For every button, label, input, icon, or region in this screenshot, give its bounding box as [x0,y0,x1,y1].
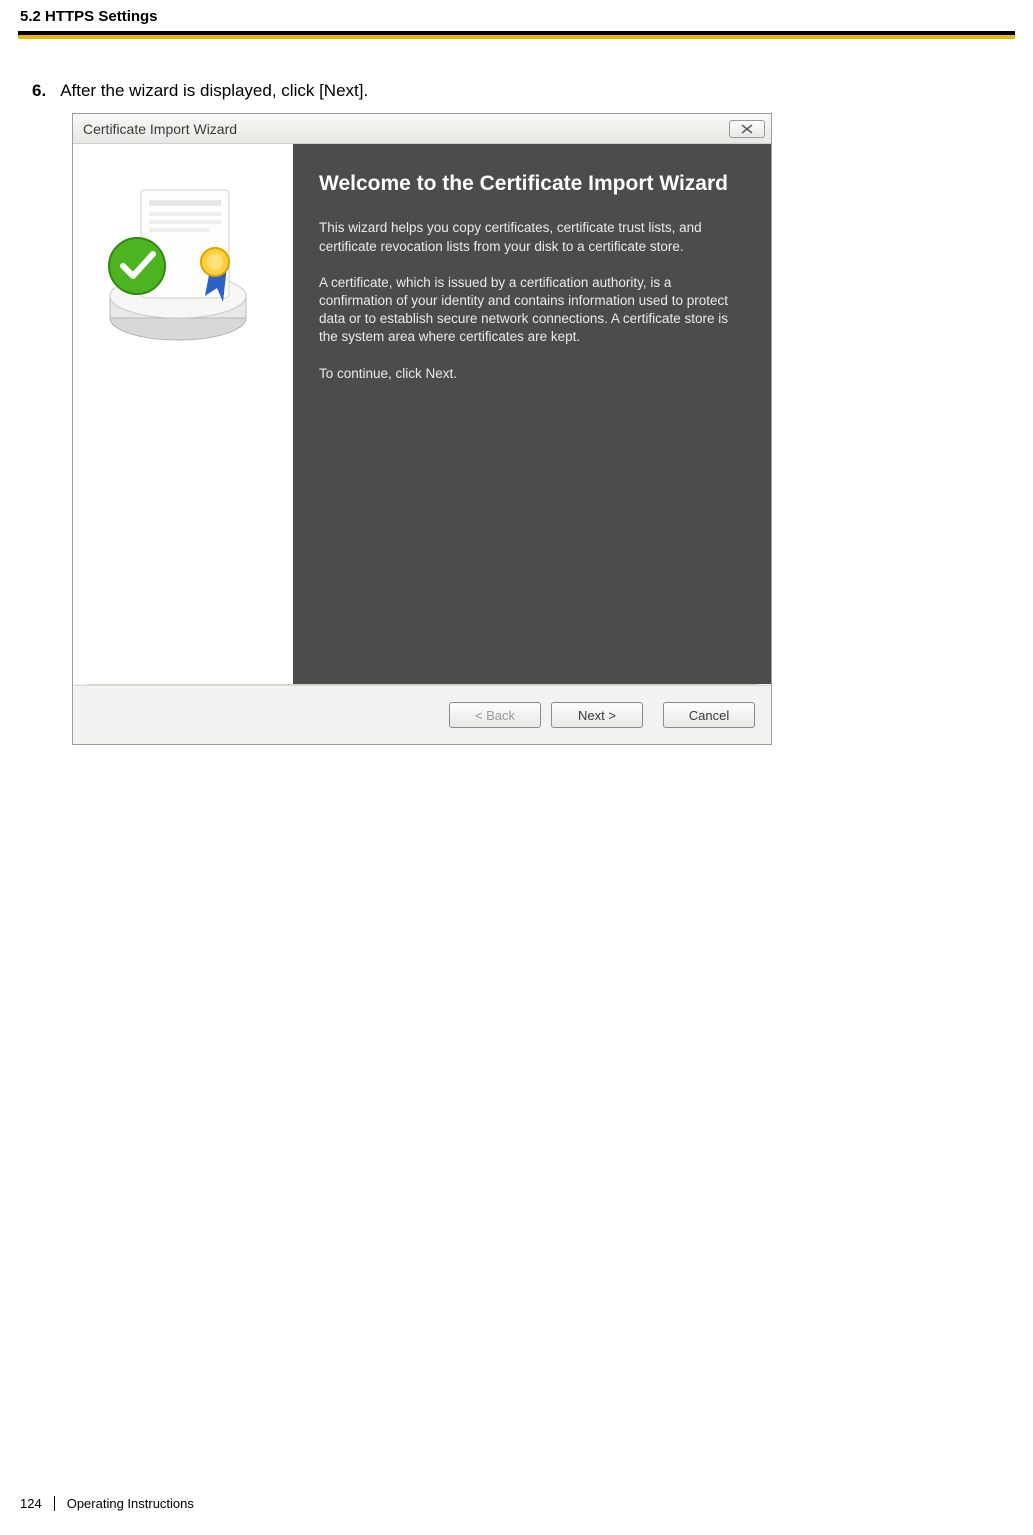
titlebar: Certificate Import Wizard [73,114,771,144]
wizard-para-1: This wizard helps you copy certificates,… [319,219,745,255]
section-title: 5.2 HTTPS Settings [20,8,158,25]
close-icon [741,124,753,134]
wizard-para-2: A certificate, which is issued by a cert… [319,274,745,347]
cancel-button-label: Cancel [689,708,729,723]
window-title: Certificate Import Wizard [83,121,237,137]
page-number: 124 [20,1496,55,1511]
next-button-label: Next > [578,708,616,723]
wizard-content: Welcome to the Certificate Import Wizard… [293,144,771,684]
next-button[interactable]: Next > [551,702,643,728]
button-strip: < Back Next > Cancel [73,685,771,744]
wizard-window: Certificate Import Wizard [72,113,772,745]
wizard-body: Welcome to the Certificate Import Wizard… [73,144,771,684]
step-number: 6. [32,81,46,101]
instruction-step: 6. After the wizard is displayed, click … [32,81,973,101]
wizard-para-3: To continue, click Next. [319,365,745,383]
step-text: After the wizard is displayed, click [Ne… [60,81,368,101]
back-button: < Back [449,702,541,728]
back-button-label: < Back [475,708,515,723]
certificate-icon [103,168,273,348]
page-header: 5.2 HTTPS Settings [0,0,1033,31]
page-footer: 124 Operating Instructions [20,1496,194,1511]
close-button[interactable] [729,120,765,138]
wizard-sidebar [73,144,293,684]
wizard-heading: Welcome to the Certificate Import Wizard [319,170,745,197]
doc-title: Operating Instructions [67,1496,194,1511]
header-accent-yellow [18,35,1015,39]
cancel-button[interactable]: Cancel [663,702,755,728]
